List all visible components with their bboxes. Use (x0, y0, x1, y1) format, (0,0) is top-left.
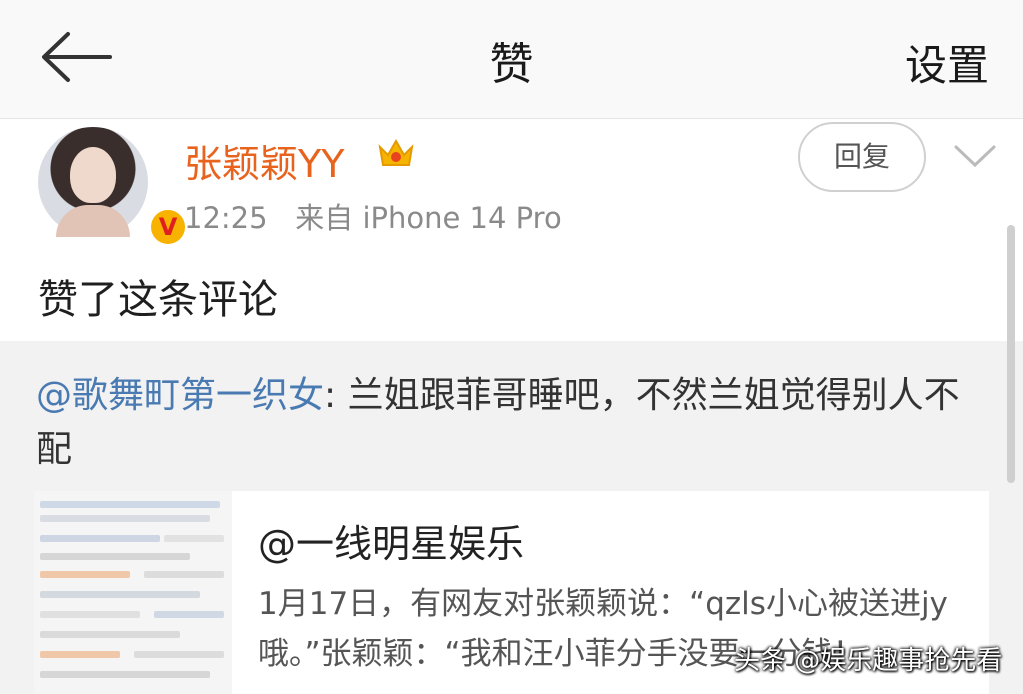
comment-text: @歌舞町第一织女: 兰姐跟菲哥睡吧，不然兰姐觉得别人不配 (36, 369, 986, 477)
chevron-down-icon[interactable] (952, 141, 998, 171)
page-title: 赞 (489, 39, 534, 90)
scrollbar[interactable] (1007, 225, 1015, 483)
comment-author-mention[interactable]: @歌舞町第一织女 (36, 375, 324, 416)
post-meta: 12:25 来自 iPhone 14 Pro (184, 195, 562, 237)
linked-post-author[interactable]: @一线明星娱乐 (258, 513, 524, 568)
verified-badge-icon: V (148, 207, 188, 247)
post-thumbnail[interactable] (34, 491, 232, 694)
avatar[interactable]: V (38, 127, 188, 247)
top-nav-bar: 赞 设置 (0, 0, 1023, 119)
settings-button[interactable]: 设置 (905, 32, 989, 93)
avatar-face (70, 147, 116, 203)
crown-icon (378, 138, 414, 166)
post-source: 来自 iPhone 14 Pro (295, 201, 562, 235)
avatar-shoulder (56, 205, 130, 237)
action-text: 赞了这条评论 (38, 277, 278, 323)
post-time: 12:25 (184, 201, 268, 235)
watermark: 头条 @娱乐趣事抢先看 (734, 646, 1003, 676)
like-notification: V 张颖颖YY 12:25 来自 iPhone 14 Pro 回复 赞了这条评论 (0, 119, 1023, 341)
reply-button[interactable]: 回复 (798, 122, 926, 192)
username[interactable]: 张颖颖YY (184, 133, 344, 188)
